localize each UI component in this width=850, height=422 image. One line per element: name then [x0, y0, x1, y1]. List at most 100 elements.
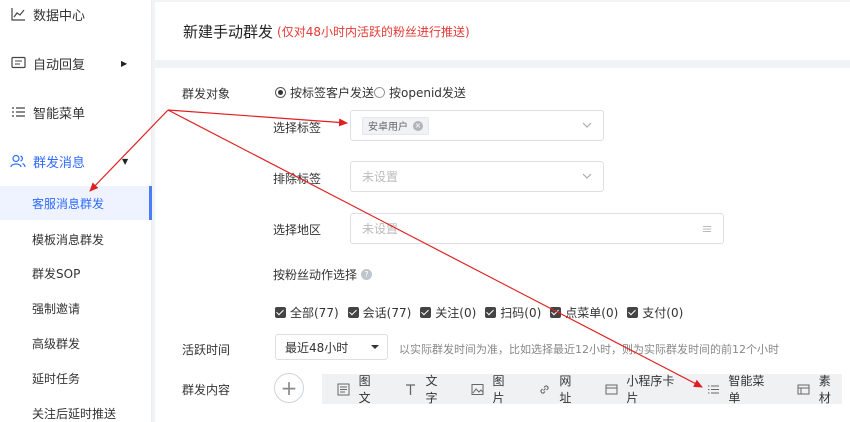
tool-label: 智能菜单 [728, 374, 765, 405]
chart-line-icon [10, 6, 26, 22]
sidebar-item-auto-reply[interactable]: 自动回复 ▶ [0, 43, 152, 83]
caret-down-icon [371, 345, 379, 349]
active-time-select[interactable]: 最近48小时 [275, 334, 388, 360]
sidebar-subitem-delayed-task[interactable]: 延时任务 [0, 361, 152, 395]
region-label: 选择地区 [273, 223, 322, 237]
page-title-note: (仅对48小时内活跃的粉丝进行推送) [277, 24, 470, 39]
tool-link[interactable]: 网址 [538, 372, 583, 406]
miniprogram-card-icon [605, 382, 619, 396]
radio-by-openid[interactable]: 按openid发送 [374, 84, 466, 101]
chevron-down-icon [582, 122, 592, 128]
selected-tag-chip: 安卓用户 × [362, 116, 429, 135]
sidebar-item-label: 自动回复 [33, 57, 86, 73]
chevron-down-icon [582, 173, 592, 179]
checkbox-scan[interactable]: 扫码(0) [485, 304, 541, 321]
sidebar-item-label: 智能菜单 [33, 106, 86, 122]
sidebar-subitem-advanced-mass-send[interactable]: 高级群发 [0, 326, 152, 360]
mass-send-form: 群发对象 按标签客户发送 按openid发送 选择标签 安卓用户 × 排除标签 … [155, 68, 850, 422]
tool-label: 小程序卡片 [626, 374, 675, 405]
checkbox-label: 全部(77) [290, 306, 339, 320]
sidebar-subitem-label: 高级群发 [32, 336, 81, 351]
checkbox-checked-icon [275, 307, 286, 318]
tool-material[interactable]: 素材 [797, 372, 842, 406]
radio-unselected-icon [374, 87, 385, 98]
checkbox-checked-icon [420, 307, 432, 318]
sidebar-subitem-label: 关注后延时推送 [32, 406, 117, 421]
exclude-tag-label: 排除标签 [273, 172, 322, 186]
checkbox-session[interactable]: 会话(77) [347, 304, 412, 321]
sidebar-subitem-cs-mass-send[interactable]: 客服消息群发 [0, 186, 152, 220]
target-label: 群发对象 [182, 87, 231, 101]
tool-label: 图片 [492, 374, 505, 405]
sidebar-subitem-label: 延时任务 [32, 371, 81, 386]
active-time-value: 最近48小时 [285, 340, 349, 355]
checkbox-label: 会话(77) [362, 306, 412, 320]
tool-article[interactable]: 图文 [337, 372, 382, 406]
checkbox-checked-icon [347, 307, 359, 318]
material-icon [797, 382, 811, 396]
text-icon [404, 382, 418, 396]
radio-by-tag[interactable]: 按标签客户发送 [275, 84, 374, 101]
sidebar-subitem-template-mass-send[interactable]: 模板消息群发 [0, 222, 152, 256]
checkbox-label: 关注(0) [435, 306, 477, 320]
active-time-label: 活跃时间 [182, 343, 231, 357]
sidebar-subitem-mass-sop[interactable]: 群发SOP [0, 256, 152, 290]
help-icon[interactable]: ? [361, 269, 373, 280]
checkbox-all[interactable]: 全部(77) [275, 304, 339, 321]
image-icon [471, 382, 485, 396]
exclude-placeholder: 未设置 [362, 170, 399, 184]
select-tag-dropdown[interactable]: 安卓用户 × [350, 110, 604, 141]
radio-selected-icon [275, 87, 286, 98]
content-label: 群发内容 [182, 383, 231, 397]
link-icon [538, 382, 552, 396]
sidebar-item-label: 群发消息 [33, 155, 86, 171]
action-checkbox-group: 全部(77) 会话(77) 关注(0) 扫码(0) 点菜单(0) 支付(0) [275, 304, 692, 321]
caret-right-icon: ▶ [121, 58, 128, 68]
select-tag-label: 选择标签 [273, 121, 322, 135]
region-dropdown[interactable]: 未设置 [350, 213, 724, 244]
tool-label: 文字 [425, 374, 438, 405]
sidebar-item-data-center[interactable]: 数据中心 [0, 0, 152, 34]
add-content-button[interactable]: + [274, 373, 304, 403]
sidebar-subitem-label: 群发SOP [32, 266, 81, 281]
tool-miniprogram-card[interactable]: 小程序卡片 [605, 372, 685, 406]
menu-list-icon [10, 104, 26, 120]
sidebar-subitem-label: 模板消息群发 [32, 232, 105, 247]
exclude-tag-dropdown[interactable]: 未设置 [350, 161, 604, 192]
checkbox-checked-icon [485, 307, 497, 318]
checkbox-label: 扫码(0) [500, 306, 542, 320]
article-icon [337, 382, 351, 396]
page-title: 新建手动群发 [183, 22, 274, 41]
sidebar-item-label: 数据中心 [33, 8, 86, 24]
tool-label: 网址 [559, 374, 572, 405]
sidebar-subitem-follow-delay-push[interactable]: 关注后延时推送 [0, 396, 152, 422]
caret-down-icon: ▼ [122, 156, 129, 166]
region-placeholder: 未设置 [362, 222, 399, 236]
checkbox-menu-click[interactable]: 点菜单(0) [550, 304, 618, 321]
list-icon [702, 226, 712, 232]
tool-smart-menu[interactable]: 智能菜单 [707, 372, 775, 406]
tool-label: 素材 [818, 374, 831, 405]
sidebar-item-smart-menu[interactable]: 智能菜单 [0, 92, 152, 132]
sidebar-item-mass-message[interactable]: 群发消息 ▼ [0, 141, 152, 181]
sidebar: 数据中心 自动回复 ▶ 智能菜单 群发消息 ▼ 客服消息群发 模板消息群发 群发… [0, 0, 152, 422]
tool-label: 图文 [358, 374, 371, 405]
users-icon [10, 153, 26, 169]
tag-label: 安卓用户 [368, 122, 408, 133]
sidebar-subitem-label: 强制邀请 [32, 301, 81, 316]
tool-text[interactable]: 文字 [404, 372, 449, 406]
checkbox-checked-icon [550, 307, 562, 318]
tag-remove-icon[interactable]: × [413, 120, 423, 131]
checkbox-label: 支付(0) [642, 306, 684, 320]
page-header: 新建手动群发 (仅对48小时内活跃的粉丝进行推送) [155, 2, 850, 60]
action-label-text: 按粉丝动作选择 [273, 268, 358, 282]
radio-label: 按标签客户发送 [290, 86, 375, 100]
checkbox-checked-icon [627, 307, 639, 318]
tool-image[interactable]: 图片 [471, 372, 516, 406]
checkbox-payment[interactable]: 支付(0) [627, 304, 683, 321]
smart-menu-icon [707, 382, 721, 396]
sidebar-subitem-force-invite[interactable]: 强制邀请 [0, 291, 152, 325]
checkbox-follow[interactable]: 关注(0) [420, 304, 476, 321]
action-select-label: 按粉丝动作选择 ? [273, 266, 373, 283]
active-time-hint: 以实际群发时间为准，比如选择最近12小时，则为实际群发时间的前12个小时 [399, 343, 779, 356]
